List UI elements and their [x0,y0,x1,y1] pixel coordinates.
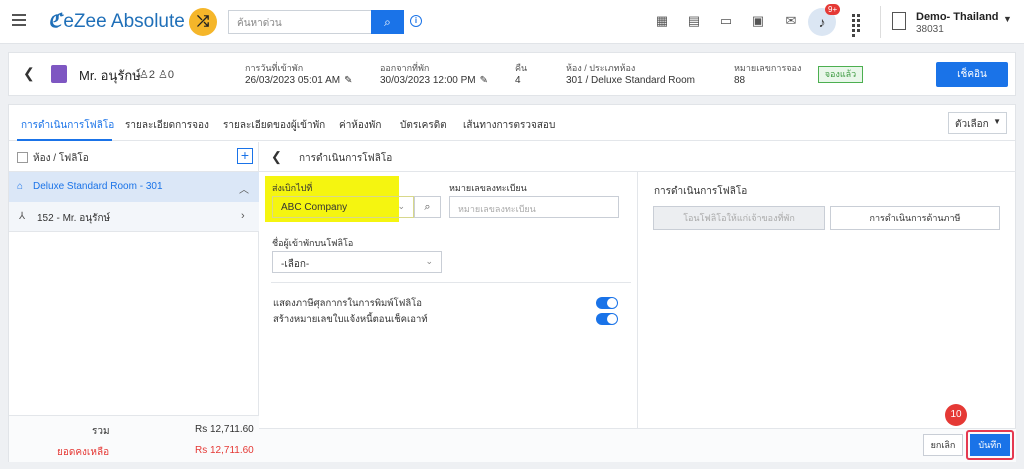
total-value: Rs 12,711.60 [195,424,254,435]
mail-icon[interactable]: ✉ [783,13,799,29]
lookup-button[interactable]: ⌕ [414,196,441,218]
reservation-value: 88 [734,75,746,86]
generate-invoice-toggle-label: สร้างหมายเลขใบแจ้งหนี้ตอนเช็คเอาท์ [273,314,428,325]
guest-name: Mr. อนุรักษ์ [79,68,141,83]
calendar-add-icon[interactable]: ▦ [654,13,670,29]
options-dropdown[interactable]: ตัวเลือก ▼ [948,112,1007,134]
guest-on-folio-label: ชื่อผู้เข้าพักบนโฟลิโอ [272,238,354,248]
building-icon [892,12,906,30]
hotel-name[interactable]: Demo- Thailand [916,11,999,23]
checkout-label: ออกจากที่พัก [380,63,430,73]
room-row[interactable]: ⌂ Deluxe Standard Room - 301 ︿ [9,172,259,202]
checkout-value: 30/03/2023 12:00 PM ✎ [380,75,489,86]
reservation-label: หมายเลขการจอง [734,63,802,73]
calendar-icon[interactable]: ▤ [686,13,702,29]
total-label: รวม [92,426,110,437]
guest-on-folio-select[interactable]: -เลือก- ⌄ [272,251,442,273]
back-icon[interactable]: ❮ [23,65,35,82]
send-to-label: ส่งเบิกไปที่ [272,183,313,193]
apps-grid-icon[interactable] [852,14,866,37]
send-to-select[interactable]: ABC Company ⌄ [272,196,414,218]
rooms-folio-header: ห้อง / โฟลิโอ + [9,142,259,172]
folio-operations-title: การดำเนินการโฟลิโอ [299,153,393,164]
folio-tree-icon: ⅄ [19,211,26,222]
shuffle-icon[interactable]: ⤮ [189,8,217,36]
status-badge: จองแล้ว [818,66,863,83]
registration-input[interactable]: หมายเลขลงทะเบียน [449,196,619,218]
save-button[interactable]: บันทึก [970,434,1010,456]
balance-label: ยอดคงเหลือ [57,447,110,458]
registration-label: หมายเลขลงทะเบียน [449,183,527,193]
top-bar: ℭeZee Absolute ⤮ ค้นหาด่วน ⌕ i ▦ ▤ ▭ ▣ ✉… [0,0,1024,44]
show-tax-toggle-label: แสดงภาษีศุลกากรในการพิมพ์โฟลิโอ [273,298,422,309]
checkin-button[interactable]: เช็คอิน [936,62,1008,87]
tax-operations-button[interactable]: การดำเนินการด้านภาษี [830,206,1000,230]
tab-bar: การดำเนินการโฟลิโอ รายละเอียดการจอง รายล… [9,105,1015,141]
folio-totals: รวม Rs 12,711.60 ยอดคงเหลือ Rs 12,711.60 [9,415,259,462]
cancel-button[interactable]: ยกเลิก [923,434,963,456]
select-all-checkbox[interactable] [17,152,28,163]
edit-icon[interactable]: ✎ [344,75,352,86]
folio-actions-panel: การดำเนินการโฟลิโอ โอนโฟลิโอให้แก่เจ้าขอ… [637,172,1016,428]
search-button[interactable]: ⌕ [371,10,404,34]
tab-folio-operations[interactable]: การดำเนินการโฟลิโอ [21,118,114,133]
info-icon[interactable]: i [410,15,422,27]
checkin-label: การวันที่เข้าพัก [245,63,304,73]
balance-value: Rs 12,711.60 [195,445,254,456]
report-icon[interactable]: ▣ [750,13,766,29]
room-label: Deluxe Standard Room - 301 [33,181,163,192]
step-badge: 10 [945,404,967,426]
folio-row[interactable]: ⅄ 152 - Mr. อนุรักษ์ › [9,202,259,232]
folio-label: 152 - Mr. อนุรักษ์ [37,213,111,224]
search-icon: ⌕ [424,201,431,213]
folio-card: การดำเนินการโฟลิโอ รายละเอียดการจอง รายล… [8,104,1016,462]
nights-value: 4 [515,75,521,86]
pax-count: ♙2 ♙0 [139,69,175,81]
calendar-grid-icon[interactable]: ▭ [718,13,734,29]
tab-audit-trail[interactable]: เส้นทางการตรวจสอบ [463,118,555,133]
notification-badge: 9+ [825,4,841,15]
room-icon [51,65,67,83]
chevron-down-icon: ⌄ [397,201,405,211]
divider [271,282,631,283]
guest-header: ❮ Mr. อนุรักษ์ ♙2 ♙0 การวันที่เข้าพัก 26… [8,52,1016,96]
divider [880,6,881,38]
add-folio-button[interactable]: + [237,148,253,164]
tab-guest-details[interactable]: รายละเอียดของผู้เข้าพัก [223,118,325,133]
chevron-down-icon: ⌄ [425,256,433,266]
checkin-value: 26/03/2023 05:01 AM ✎ [245,75,353,86]
chevron-down-icon: ▼ [993,117,1001,126]
room-icon: ⌂ [17,181,24,192]
tab-booking-details[interactable]: รายละเอียดการจอง [125,118,209,133]
chevron-down-icon[interactable]: ▼ [1003,14,1012,24]
edit-icon[interactable]: ✎ [480,75,488,86]
app-logo[interactable]: ℭeZee Absolute [48,10,185,33]
tab-room-charges[interactable]: ค่าห้องพัก [339,118,381,133]
search-input[interactable]: ค้นหาด่วน [228,10,371,34]
transfer-to-owner-button[interactable]: โอนโฟลิโอให้แก่เจ้าของที่พัก [653,206,825,230]
tab-credit-card[interactable]: บัตรเครดิต [400,118,447,133]
footer-actions: ยกเลิก บันทึก [259,428,1016,462]
folio-operations-header: ❮ การดำเนินการโฟลิโอ [259,142,1016,172]
menu-icon[interactable] [12,14,26,26]
rooms-folio-panel: ห้อง / โฟลิโอ + ⌂ Deluxe Standard Room -… [9,142,259,462]
rooms-folio-title: ห้อง / โฟลิโอ [33,153,89,164]
hotel-code: 38031 [916,24,944,35]
nights-label: คืน [515,63,528,73]
active-tab-indicator [17,139,112,141]
search-icon: ⌕ [384,15,391,29]
room-type-label: ห้อง / ประเภทห้อง [566,63,636,73]
show-tax-toggle[interactable] [596,297,618,309]
chevron-right-icon[interactable]: › [241,210,245,222]
chevron-up-icon[interactable]: ︿ [239,181,249,196]
back-icon[interactable]: ❮ [271,149,282,165]
room-type-value: 301 / Deluxe Standard Room [566,75,695,86]
generate-invoice-toggle[interactable] [596,313,618,325]
folio-actions-title: การดำเนินการโฟลิโอ [654,186,748,197]
